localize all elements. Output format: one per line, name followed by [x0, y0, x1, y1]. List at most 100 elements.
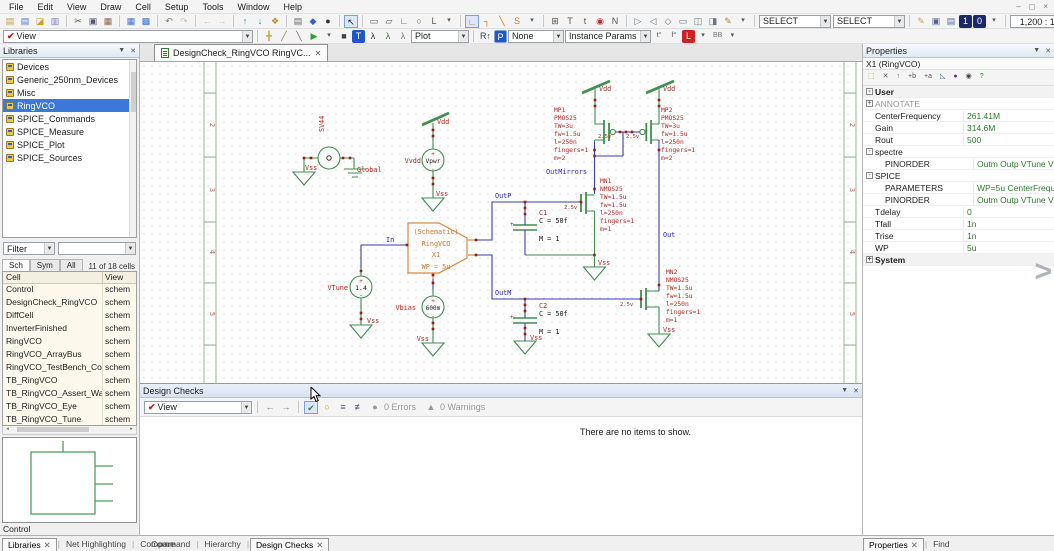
checkout-icon[interactable]: ↑	[238, 15, 252, 28]
scroll-right-icon[interactable]: ▸	[127, 426, 136, 433]
lambda-wave-icon[interactable]: λ	[381, 30, 395, 43]
pin-tool-icon[interactable]: t	[578, 15, 592, 28]
checkin-icon[interactable]: ↓	[253, 15, 267, 28]
source-v0[interactable]	[291, 146, 366, 186]
in-port-icon[interactable]: ▷	[631, 15, 645, 28]
lambda-icon[interactable]: λ	[366, 30, 380, 43]
move-up-icon[interactable]: ↑	[895, 71, 903, 84]
bottom-tab-libraries[interactable]: Libraries ✕	[2, 537, 57, 551]
sort-warnings-icon[interactable]: ≢	[352, 401, 366, 414]
select-mode-combo[interactable]: SELECT ▼	[759, 14, 831, 28]
property-row-tfall[interactable]: Tfall 1n	[863, 218, 1054, 230]
property-row-tdelay[interactable]: Tdelay 0	[863, 206, 1054, 218]
expander-icon[interactable]: +	[866, 100, 873, 107]
bulb-icon[interactable]: ○	[320, 401, 334, 414]
menu-draw[interactable]: Draw	[93, 1, 128, 13]
bottom-tab-net-highlighting[interactable]: Net Highlighting	[61, 538, 131, 551]
property-row-pinorder[interactable]: PINORDER Outm Outp VTune VBias Vss Vdd	[863, 194, 1054, 206]
library-item-spice_sources[interactable]: SPICE_Sources	[3, 151, 136, 164]
path-tool-icon[interactable]: ∟	[397, 15, 411, 28]
library-item-spice_commands[interactable]: SPICE_Commands	[3, 112, 136, 125]
menu-edit[interactable]: Edit	[31, 1, 61, 13]
close-icon[interactable]: ✕	[315, 49, 322, 58]
label-tool-icon[interactable]: L	[427, 15, 441, 28]
property-row-spectre[interactable]: - spectre	[863, 146, 1054, 158]
run-simulation-icon[interactable]: ▶	[307, 30, 321, 43]
filter-combo[interactable]: Filter ▼	[3, 242, 55, 255]
measure-icon[interactable]: ◺	[938, 71, 947, 84]
instance-tool-icon[interactable]: ⊞	[548, 15, 562, 28]
property-row-spice[interactable]: - SPICE	[863, 170, 1054, 182]
polygon-tool-icon[interactable]: ▱	[382, 15, 396, 28]
save-state-icon[interactable]: ▣	[929, 15, 943, 28]
select-pointer-icon[interactable]: ↖	[344, 14, 358, 28]
drop[interactable]: ▾	[322, 30, 336, 43]
probe-target-icon[interactable]: ◉	[593, 15, 607, 28]
param-t-icon[interactable]: t°	[652, 30, 666, 43]
cell-view-tab-sym[interactable]: Sym	[29, 259, 60, 271]
drop[interactable]: ▾	[987, 15, 1001, 28]
pin-icon[interactable]: ▼	[841, 387, 848, 394]
sphere-icon[interactable]: ●	[951, 71, 959, 84]
view-check-combo[interactable]: ✔ View ▼	[3, 29, 253, 43]
property-row-annotate[interactable]: + ANNOTATE	[863, 98, 1054, 110]
documentation-icon[interactable]: ◆	[306, 15, 320, 28]
expander-icon[interactable]: -	[866, 172, 873, 179]
close-icon[interactable]: ✕	[44, 540, 51, 550]
plot-combo[interactable]: Plot ▼	[411, 29, 469, 43]
sort-errors-icon[interactable]: ≡	[336, 401, 350, 414]
bus-tool-icon[interactable]: ┐	[480, 15, 494, 28]
cell-filter-input[interactable]: ▼	[58, 242, 136, 255]
paste-icon[interactable]: ▦	[101, 15, 115, 28]
text-tool-icon[interactable]: T	[352, 29, 365, 43]
scrollbar-thumb[interactable]	[17, 427, 89, 432]
close-icon[interactable]: ✕	[1045, 47, 1051, 55]
add-bottom-icon[interactable]: +b	[906, 71, 918, 84]
design-tab[interactable]: DesignCheck_RingVCO RingVC... ✕	[154, 44, 329, 61]
cell-table-header[interactable]: Cell View	[3, 272, 136, 284]
close-icon[interactable]: ✕	[853, 387, 859, 395]
delete-prop-icon[interactable]: ✕	[881, 71, 891, 84]
cell-view-tab-all[interactable]: All	[59, 259, 83, 271]
property-row-gain[interactable]: Gain 314.6M	[863, 122, 1054, 134]
cell-column-header[interactable]: Cell	[3, 272, 102, 283]
open-folder-icon[interactable]: ◪	[33, 15, 47, 28]
p-icon[interactable]: P	[494, 29, 507, 43]
property-row-centerfrequency[interactable]: CenterFrequency 261.41M	[863, 110, 1054, 122]
capacitor-c1[interactable]	[513, 224, 537, 231]
print-state-icon[interactable]: ▤	[944, 15, 958, 28]
netlabel-tool-icon[interactable]: N	[608, 15, 622, 28]
port-tool-icon[interactable]: T	[563, 15, 577, 28]
library-list-scrollbar[interactable]	[129, 60, 136, 237]
menu-view[interactable]: View	[60, 1, 93, 13]
menu-file[interactable]: File	[2, 1, 31, 13]
expander-icon[interactable]: -	[866, 88, 873, 95]
cell-row[interactable]: InverterFinished schem	[3, 323, 136, 336]
library-item-spice_plot[interactable]: SPICE_Plot	[3, 138, 136, 151]
undo-icon[interactable]: ↶	[162, 15, 176, 28]
cell-row[interactable]: Control schem	[3, 284, 136, 297]
edit-pen-icon[interactable]: ✎	[914, 15, 928, 28]
expander-icon[interactable]: -	[866, 148, 873, 155]
drop[interactable]: ▾	[442, 15, 456, 28]
out-port-icon[interactable]: ◁	[646, 15, 660, 28]
property-row-trise[interactable]: Trise 1n	[863, 230, 1054, 242]
back-arrow-icon[interactable]: ←	[263, 401, 277, 414]
param-f-icon[interactable]: f°	[667, 30, 681, 43]
wrench-icon[interactable]: ╱	[277, 30, 291, 43]
copy-icon[interactable]: ▣	[86, 15, 100, 28]
cell-row[interactable]: TB_RingVCO schem	[3, 375, 136, 388]
diagonal-wire-icon[interactable]: ╲	[495, 15, 509, 28]
close-icon[interactable]: ✕	[911, 540, 918, 550]
forward-arrow-icon[interactable]: →	[279, 401, 293, 414]
cell-view-tab-sch[interactable]: Sch	[2, 259, 30, 271]
expander-icon[interactable]: +	[866, 256, 873, 263]
cell-row[interactable]: DiffCell schem	[3, 310, 136, 323]
record-icon[interactable]: ●	[321, 15, 335, 28]
instance-params-combo[interactable]: Instance Params ▼	[565, 29, 651, 43]
library-item-ringvco[interactable]: RingVCO	[3, 99, 136, 112]
save-all-icon[interactable]: ▥	[48, 15, 62, 28]
l-red-icon[interactable]: L	[682, 29, 695, 43]
cell-row[interactable]: RingVCO_ArrayBus schem	[3, 349, 136, 362]
new-document-icon[interactable]: ▤	[3, 15, 17, 28]
